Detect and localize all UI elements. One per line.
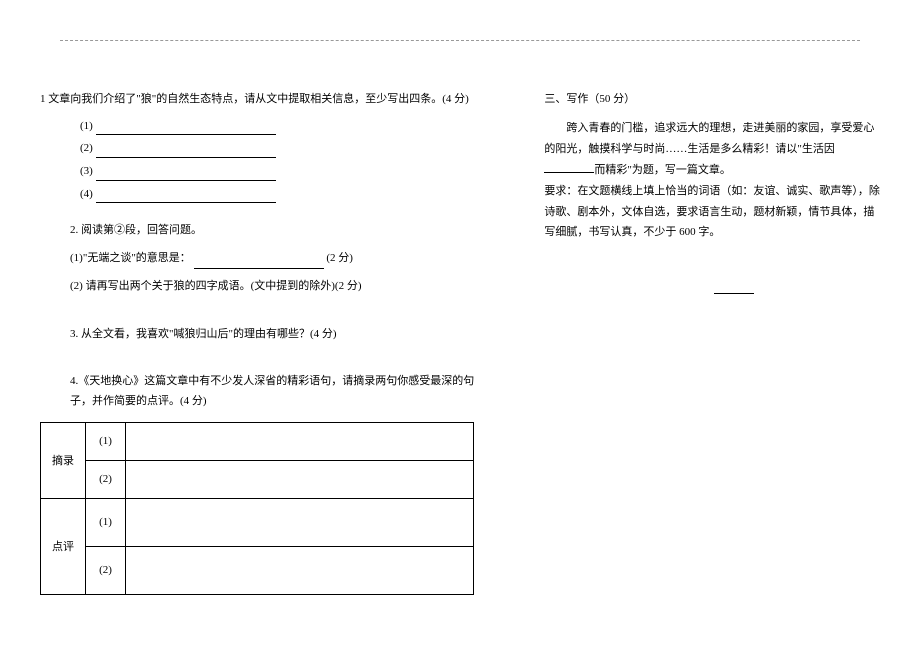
q1-item-4: (4) [80,186,474,204]
comment-num-1: (1) [86,498,126,546]
q1-item-2-num: (2) [80,142,93,154]
writing-para1: 跨入青春的门槛，追求远大的理想，走进美丽的家园，享受爱心的阳光，触摸科学与时尚…… [544,118,880,181]
q2-sub1-prefix: (1)"无端之谈"的意思是： [70,252,191,264]
left-column: 1 文章向我们介绍了"狼"的自然生态特点，请从文中提取相关信息，至少写出四条。(… [40,90,474,595]
essay-line [714,293,754,294]
q1-item-1: (1) [80,118,474,136]
q1-blank-3 [96,169,276,181]
question-3: 3. 从全文看，我喜欢"喊狼归山后"的理由有哪些？(4 分) [70,325,474,345]
q2-sub1-blank [194,257,324,269]
content-wrapper: 1 文章向我们介绍了"狼"的自然生态特点，请从文中提取相关信息，至少写出四条。(… [40,90,880,595]
table-row: (2) [41,546,474,594]
excerpt-cell-2 [126,460,474,498]
label-comment: 点评 [41,498,86,594]
table-row: (2) [41,460,474,498]
question-2-sub1: (1)"无端之谈"的意思是： (2 分) [70,249,474,269]
q1-blank-4 [96,191,276,203]
table-row: 点评 (1) [41,498,474,546]
excerpt-cell-1 [126,422,474,460]
writing-title: 三、写作（50 分） [544,90,880,106]
q1-item-3-num: (3) [80,165,93,177]
excerpt-num-1: (1) [86,422,126,460]
comment-cell-2 [126,546,474,594]
page-divider [60,40,860,41]
right-column: 三、写作（50 分） 跨入青春的门槛，追求远大的理想，走进美丽的家园，享受爱心的… [544,90,880,595]
q1-item-4-num: (4) [80,188,93,200]
writing-para1-suffix: 而精彩"为题，写一篇文章。 [594,164,731,176]
comment-cell-1 [126,498,474,546]
question-2-sub2: (2) 请再写出两个关于狼的四字成语。(文中提到的除外)(2 分) [70,277,474,297]
writing-para1-text: 跨入青春的门槛，追求远大的理想，走进美丽的家园，享受爱心的阳光，触摸科学与时尚…… [544,122,874,155]
title-blank [544,162,594,173]
label-excerpt: 摘录 [41,422,86,498]
excerpt-table: 摘录 (1) (2) 点评 (1) (2) [40,422,474,595]
writing-para2: 要求：在文题横线上填上恰当的词语（如：友谊、诚实、歌声等），除诗歌、剧本外，文体… [544,181,880,244]
q1-item-3: (3) [80,163,474,181]
q1-item-2: (2) [80,140,474,158]
table-row: 摘录 (1) [41,422,474,460]
q2-sub1-score: (2 分) [326,252,353,264]
question-4: 4.《天地换心》这篇文章中有不少发人深省的精彩语句，请摘录两句你感受最深的句子，… [70,372,474,412]
q1-blank-2 [96,146,276,158]
q1-item-1-num: (1) [80,120,93,132]
question-1: 1 文章向我们介绍了"狼"的自然生态特点，请从文中提取相关信息，至少写出四条。(… [40,90,474,110]
q1-blank-1 [96,123,276,135]
comment-num-2: (2) [86,546,126,594]
excerpt-num-2: (2) [86,460,126,498]
question-2-title: 2. 阅读第②段，回答问题。 [70,221,474,241]
